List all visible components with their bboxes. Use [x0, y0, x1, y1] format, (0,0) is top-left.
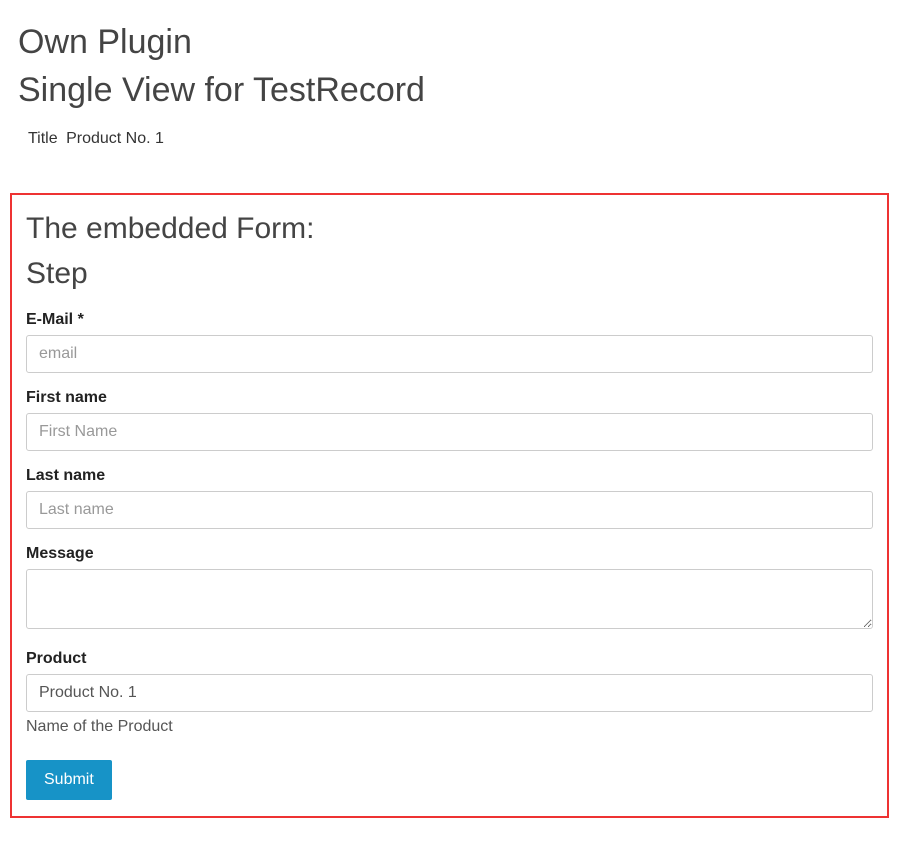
submit-button[interactable]: Submit [26, 760, 112, 800]
message-group: Message [26, 545, 873, 634]
message-label: Message [26, 545, 873, 563]
last-name-field[interactable] [26, 491, 873, 529]
product-group: Product Name of the Product [26, 650, 873, 736]
title-label: Title [28, 130, 58, 147]
first-name-field[interactable] [26, 413, 873, 451]
product-help: Name of the Product [26, 718, 873, 736]
message-field[interactable] [26, 569, 873, 629]
product-field[interactable] [26, 674, 873, 712]
email-group: E-Mail * [26, 311, 873, 373]
last-name-group: Last name [26, 467, 873, 529]
embedded-form-container: The embedded Form: Step E-Mail * First n… [10, 193, 889, 818]
first-name-label: First name [26, 389, 873, 407]
form-heading: The embedded Form: [26, 209, 873, 248]
last-name-label: Last name [26, 467, 873, 485]
page-subtitle: Single View for TestRecord [18, 68, 881, 112]
email-label: E-Mail * [26, 311, 873, 329]
first-name-group: First name [26, 389, 873, 451]
page-title: Own Plugin [18, 20, 881, 64]
form-step: Step [26, 254, 873, 293]
title-value: Product No. 1 [66, 130, 164, 147]
product-label: Product [26, 650, 873, 668]
page-header: Own Plugin Single View for TestRecord Ti… [0, 0, 899, 163]
title-row: Title Product No. 1 [18, 130, 881, 148]
email-field[interactable] [26, 335, 873, 373]
